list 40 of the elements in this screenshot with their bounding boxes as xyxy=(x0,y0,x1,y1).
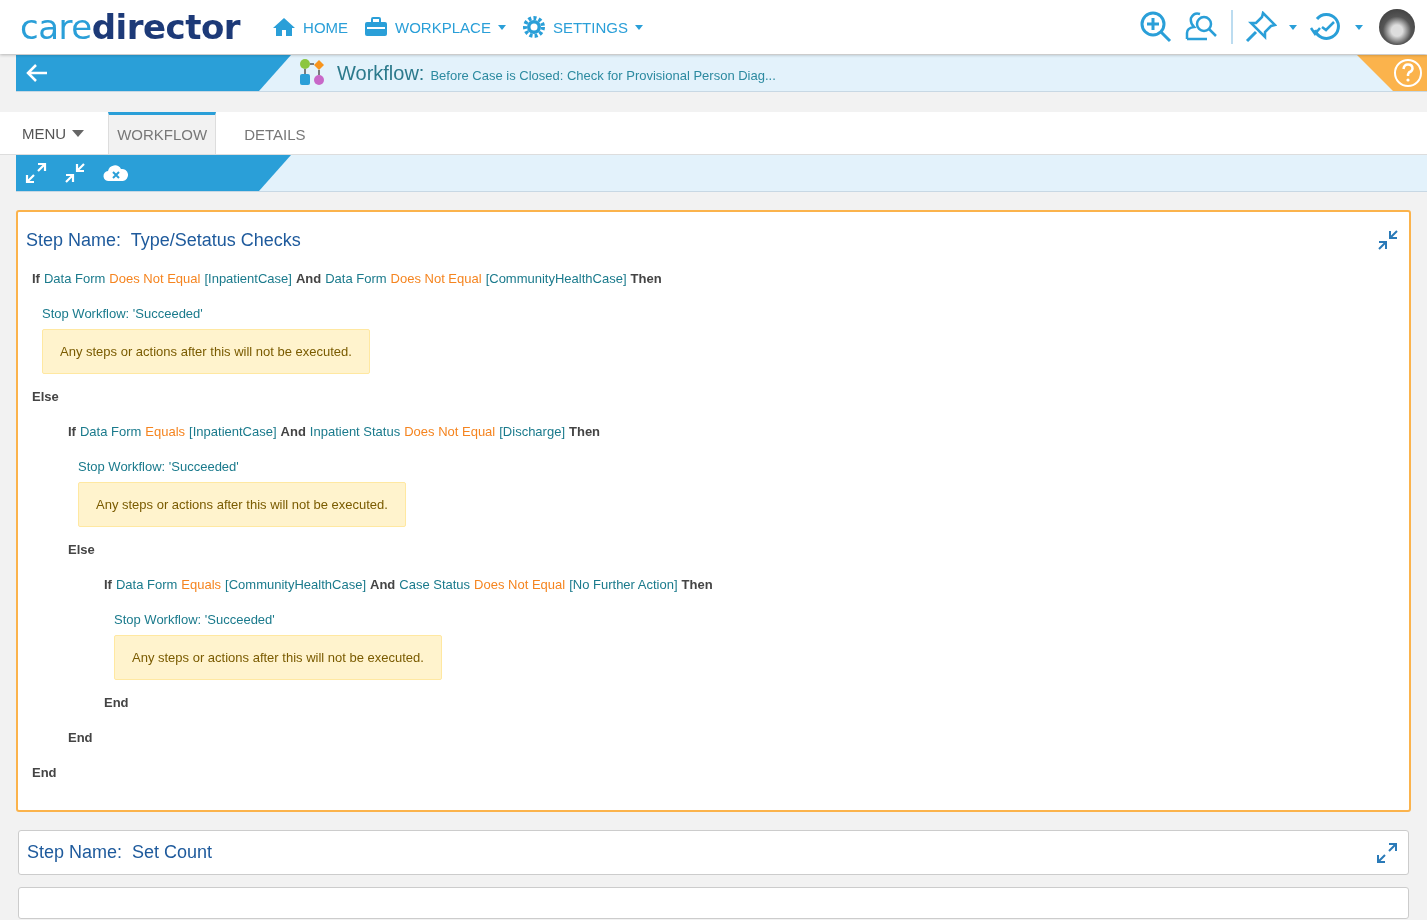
end-label: End xyxy=(104,694,130,712)
expand-icon[interactable] xyxy=(1376,841,1398,864)
condition-text: If Data Form Equals [CommunityHealthCase] And Case Status Does Not Equal [No Further Action] Then xyxy=(104,576,714,594)
cloud-x-icon[interactable] xyxy=(103,163,129,183)
page-subtitle: Before Case is Closed: Check for Provisional Person Diag... xyxy=(430,67,776,83)
nav-link[interactable]: WORKPLACE xyxy=(364,15,506,39)
workflow-icon xyxy=(297,59,327,87)
step-name: Step Name: Type/Setatus Checks xyxy=(26,229,301,251)
menu-button[interactable]: MENU xyxy=(0,112,109,154)
condition-text: If Data Form Does Not Equal [InpatientCase] And Data Form Does Not Equal [CommunityHealthCase] Then xyxy=(32,270,663,288)
else-label: Else xyxy=(68,541,96,559)
pin-icon[interactable] xyxy=(1245,11,1277,43)
else-label: Else xyxy=(32,388,60,406)
end-label: End xyxy=(32,764,58,782)
user-search-icon[interactable] xyxy=(1185,11,1219,43)
nav-link[interactable]: HOME xyxy=(272,15,349,39)
tab[interactable]: DETAILS xyxy=(236,112,314,154)
step-name: Step Name: Set Count xyxy=(27,842,213,863)
warning-note: Any steps or actions after this will not be executed. xyxy=(78,482,406,527)
nav-link[interactable]: SETTINGS xyxy=(521,15,643,39)
tab[interactable]: WORKFLOW xyxy=(108,112,217,154)
stop-workflow-text: Stop Workflow: 'Succeeded' xyxy=(42,305,204,323)
warning-note: Any steps or actions after this will not be executed. xyxy=(42,329,370,374)
collapse-icon[interactable] xyxy=(1377,229,1399,251)
caret-icon[interactable] xyxy=(1355,24,1363,30)
back-arrow-icon[interactable] xyxy=(25,63,49,83)
page-title: Workflow: xyxy=(337,61,425,85)
condition-text: If Data Form Equals [InpatientCase] And Inpatient Status Does Not Equal [Discharge] Then xyxy=(68,423,602,441)
stop-workflow-text: Stop Workflow: 'Succeeded' xyxy=(114,611,276,629)
zoom-in-icon[interactable] xyxy=(1139,10,1173,44)
logo[interactable]: caredirector xyxy=(20,7,241,47)
warning-note: Any steps or actions after this will not be executed. xyxy=(114,635,442,680)
help-icon[interactable] xyxy=(1393,58,1423,88)
caret-icon[interactable] xyxy=(1289,24,1297,30)
home-icon xyxy=(272,17,297,37)
end-label: End xyxy=(68,729,94,747)
briefcase-icon xyxy=(364,17,389,37)
stop-workflow-text: Stop Workflow: 'Succeeded' xyxy=(78,458,240,476)
gear-icon xyxy=(521,15,546,39)
avatar[interactable] xyxy=(1379,9,1415,45)
